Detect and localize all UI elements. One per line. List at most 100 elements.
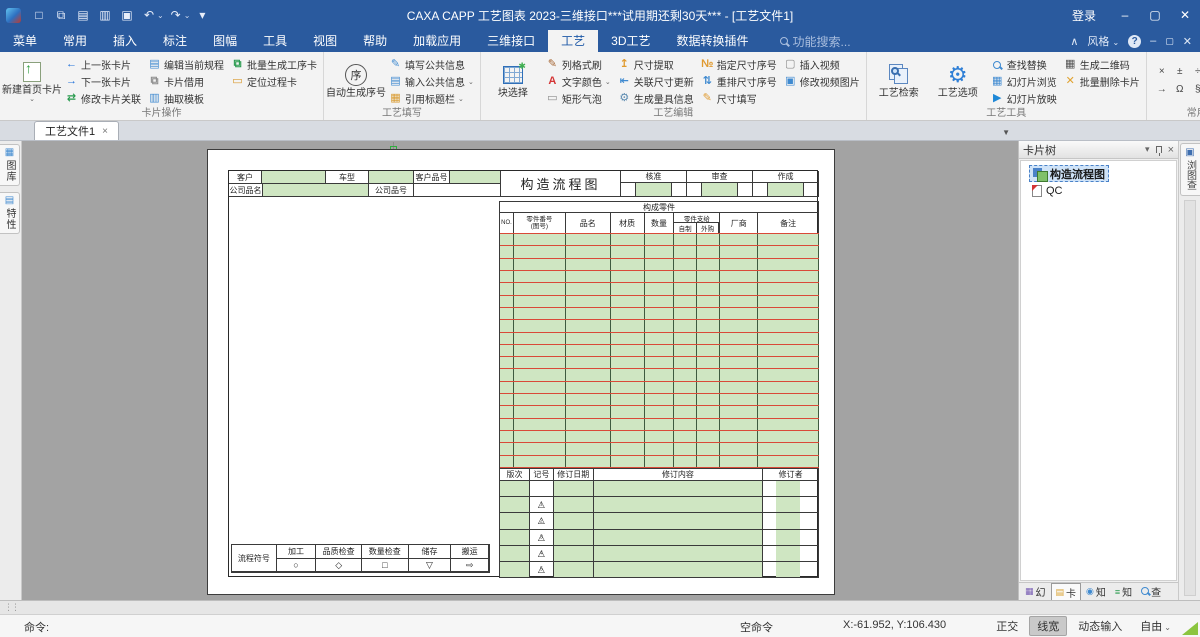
parts-cell[interactable]	[697, 308, 720, 319]
parts-cell[interactable]	[514, 394, 566, 405]
parts-cell[interactable]	[645, 271, 675, 282]
menu-tab-插入[interactable]: 插入	[100, 30, 150, 52]
parts-cell[interactable]	[611, 246, 645, 257]
parts-cell[interactable]	[674, 246, 697, 257]
parts-cell[interactable]	[645, 406, 675, 417]
symbol-±-button[interactable]: ±	[1173, 65, 1187, 79]
parts-cell[interactable]	[758, 419, 819, 430]
parts-cell[interactable]	[514, 296, 566, 307]
parts-cell[interactable]	[514, 246, 566, 257]
menu-tab-帮助[interactable]: 帮助	[350, 30, 400, 52]
drawing-canvas[interactable]: 客户 车型 客户品号 公司品名 公司品号	[22, 141, 1018, 600]
symbol-→-button[interactable]: →	[1155, 83, 1169, 97]
menu-tab-工具[interactable]: 工具	[250, 30, 300, 52]
parts-cell[interactable]	[697, 443, 720, 454]
parts-row[interactable]	[500, 431, 819, 443]
parts-cell[interactable]	[697, 345, 720, 356]
parts-cell[interactable]	[566, 394, 611, 405]
parts-cell[interactable]	[720, 283, 758, 294]
parts-row[interactable]	[500, 419, 819, 431]
parts-cell[interactable]	[514, 369, 566, 380]
parts-cell[interactable]	[758, 369, 819, 380]
parts-cell[interactable]	[697, 296, 720, 307]
parts-cell[interactable]	[566, 333, 611, 344]
parts-cell[interactable]	[720, 246, 758, 257]
toggle-动态输入[interactable]: 动态输入	[1071, 617, 1129, 635]
login-button[interactable]: 登录	[1058, 7, 1110, 24]
parts-row[interactable]	[500, 296, 819, 308]
parts-cell[interactable]	[514, 345, 566, 356]
print-icon[interactable]: ▣	[117, 5, 137, 25]
process-search-button[interactable]: 工艺检索	[871, 54, 927, 107]
parts-cell[interactable]	[500, 308, 514, 319]
menu-tab-视图[interactable]: 视图	[300, 30, 350, 52]
menu-tab-3D工艺[interactable]: 3D工艺	[598, 30, 663, 52]
parts-cell[interactable]	[758, 246, 819, 257]
parts-cell[interactable]	[697, 320, 720, 331]
parts-cell[interactable]	[500, 259, 514, 270]
undo-icon[interactable]: ↶	[139, 5, 159, 25]
parts-cell[interactable]	[758, 234, 819, 245]
parts-row[interactable]	[500, 333, 819, 345]
parts-cell[interactable]	[611, 369, 645, 380]
doc-minimize-icon[interactable]: –	[1150, 35, 1156, 47]
reviser-field[interactable]	[776, 546, 800, 561]
reviser-field[interactable]	[776, 530, 800, 545]
parts-cell[interactable]	[674, 431, 697, 442]
parts-cell[interactable]	[500, 394, 514, 405]
linked-dimension-update-button[interactable]: ⇤关联尺寸更新	[616, 73, 696, 90]
parts-row[interactable]	[500, 394, 819, 406]
parts-cell[interactable]	[674, 234, 697, 245]
panel-tab-知[interactable]: ◉知	[1082, 583, 1110, 600]
style-menu[interactable]: 风格 ⌄	[1087, 33, 1119, 49]
undo-icon-arrow[interactable]: ⌄	[157, 11, 164, 20]
parts-cell[interactable]	[611, 406, 645, 417]
parts-cell[interactable]	[500, 271, 514, 282]
parts-cell[interactable]	[697, 382, 720, 393]
parts-row[interactable]	[500, 369, 819, 381]
parts-cell[interactable]	[500, 382, 514, 393]
parts-cell[interactable]	[566, 456, 611, 467]
reviser-field[interactable]	[763, 481, 776, 496]
parts-cell[interactable]	[674, 419, 697, 430]
parts-cell[interactable]	[674, 271, 697, 282]
parts-cell[interactable]	[645, 394, 675, 405]
parts-cell[interactable]	[697, 259, 720, 270]
reorder-dimension-number-button[interactable]: ⇅重排尺寸序号	[699, 73, 779, 90]
parts-row[interactable]	[500, 382, 819, 394]
reviser-field[interactable]	[776, 497, 800, 512]
column-format-brush-button[interactable]: ✎列格式刷	[544, 56, 613, 73]
fill-public-info-button[interactable]: ✎填写公共信息	[387, 56, 476, 73]
parts-cell[interactable]	[611, 333, 645, 344]
parts-cell[interactable]	[697, 406, 720, 417]
field-company-part-no[interactable]	[414, 184, 501, 197]
parts-row[interactable]	[500, 259, 819, 271]
quote-title-block-button[interactable]: ▦引用标题栏⌄	[387, 90, 476, 107]
parts-cell[interactable]	[697, 283, 720, 294]
revision-row[interactable]: △3	[500, 530, 819, 546]
parts-cell[interactable]	[645, 283, 675, 294]
field-company-product[interactable]	[263, 184, 369, 197]
redo-icon[interactable]: ↷	[166, 5, 186, 25]
parts-cell[interactable]	[514, 320, 566, 331]
approval-field[interactable]	[636, 183, 672, 197]
parts-cell[interactable]	[720, 406, 758, 417]
parts-cell[interactable]	[720, 443, 758, 454]
parts-row[interactable]	[500, 283, 819, 295]
toggle-正交[interactable]: 正交	[989, 617, 1025, 635]
parts-cell[interactable]	[566, 357, 611, 368]
symbol-§-button[interactable]: §	[1191, 83, 1200, 97]
customize-quick-access-icon[interactable]: ▾	[192, 5, 212, 25]
parts-cell[interactable]	[611, 431, 645, 442]
parts-cell[interactable]	[697, 419, 720, 430]
field-customer-part-no[interactable]	[450, 171, 501, 184]
parts-cell[interactable]	[674, 382, 697, 393]
tree-item-构造流程图[interactable]: 构造流程图	[1029, 165, 1109, 182]
field-vehicle-model[interactable]	[369, 171, 414, 184]
parts-cell[interactable]	[674, 283, 697, 294]
collapse-ribbon-icon[interactable]: ∧	[1070, 35, 1078, 48]
process-options-button[interactable]: ⚙工艺选项	[930, 54, 986, 107]
parts-cell[interactable]	[500, 456, 514, 467]
block-select-button[interactable]: 块选择	[485, 54, 541, 107]
parts-cell[interactable]	[611, 394, 645, 405]
